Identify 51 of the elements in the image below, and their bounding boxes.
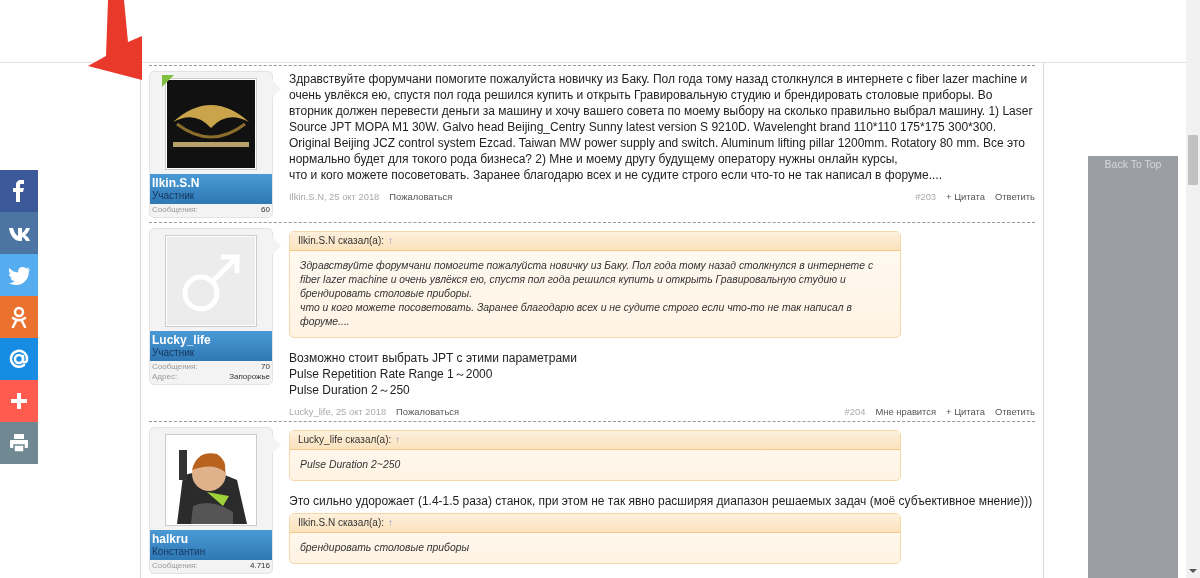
at-sign-icon <box>8 348 30 370</box>
post-action-link[interactable]: + Цитата <box>946 191 985 202</box>
post-number-link[interactable]: #203 <box>915 191 937 202</box>
post-byline[interactable]: Ilkin.S.N, 25 окт 2018 <box>289 191 380 202</box>
post-action-link[interactable]: Ответить <box>994 191 1035 202</box>
post-action-link[interactable]: Мне нравится <box>875 406 937 417</box>
quote-author: Ilkin.S.N сказал(а): <box>298 517 385 528</box>
post-action-link[interactable]: Ответить <box>994 406 1035 417</box>
printer-icon <box>8 432 30 454</box>
username-link[interactable]: halkru <box>152 532 270 546</box>
share-button[interactable] <box>0 212 38 254</box>
report-link[interactable]: Пожаловаться <box>396 406 460 417</box>
quote-text: что и кого можете посоветовать. Заранее благодарю всех и не судите строго если что-то не так написал в форуме.... <box>300 301 853 329</box>
message-text: Pulse Repetition Rate Range 1～2000 <box>289 366 494 382</box>
stat-value: 70 <box>261 362 270 372</box>
user-title: Константин <box>152 546 207 558</box>
username-link[interactable]: Ilkin.S.N <box>152 176 270 190</box>
stat-label: Сообщения: <box>152 561 198 571</box>
scrollbar[interactable] <box>1186 0 1200 578</box>
message-text: что и кого можете посоветовать. Заранее благодарю всех и не судите строго если что-то не так написал в форуме.... <box>289 167 944 183</box>
stat-value: 60 <box>261 205 270 215</box>
report-link[interactable]: Пожаловаться <box>389 191 453 202</box>
stat-value: 4.716 <box>249 561 270 571</box>
post-action-link[interactable]: + Цитата <box>946 406 985 417</box>
username-link[interactable]: Lucky_life <box>152 333 270 347</box>
stat-label: Сообщения: <box>152 362 198 372</box>
share-button[interactable] <box>0 422 38 464</box>
stat-label: Адрес: <box>152 372 178 382</box>
share-button[interactable] <box>0 170 38 212</box>
message-text: Это сильно удорожает (1.4-1.5 раза) станок, при этом не так явно расширяя диапазон решаемых задач (моё субъективное мнение))) <box>289 493 1034 509</box>
quote-text: брендировать столовые приборы <box>300 541 471 555</box>
jump-to-post-link[interactable]: ↑ <box>395 434 401 445</box>
share-button[interactable] <box>0 338 38 380</box>
user-title: Участник <box>152 347 196 359</box>
post-byline[interactable]: Lucky_life, 25 окт 2018 <box>289 406 387 417</box>
share-button[interactable] <box>0 296 38 338</box>
quote-author: Ilkin.S.N сказал(а): <box>298 235 385 246</box>
share-button[interactable] <box>0 380 38 422</box>
bird-icon <box>8 264 30 286</box>
stat-label: Сообщения: <box>152 205 198 215</box>
jump-to-post-link[interactable]: ↑ <box>388 235 394 246</box>
jump-to-post-link[interactable]: ↑ <box>388 517 394 528</box>
user-title: Участник <box>152 190 196 202</box>
quote-text: Pulse Duration 2~250 <box>300 458 402 472</box>
quote-author: Lucky_life сказал(а): <box>298 434 392 445</box>
message-text: Возможно стоит выбрать JPT с этими параметрами <box>289 350 579 366</box>
stat-value: Запорожье <box>229 372 270 382</box>
post-number-link[interactable]: #204 <box>844 406 866 417</box>
message-text: Pulse Duration 2～250 <box>289 382 411 398</box>
plus-icon <box>8 390 30 412</box>
quote-text: Здравствуйте форумчани помогите пожалуйста новичку из Баку. Пол года тому назад столкнулся в интернете с fiber lazer machine и очень увлёкся ею, спустя пол года решился купить и открыть Гравировальную студию и брендировать столовые приборы. <box>300 259 875 301</box>
